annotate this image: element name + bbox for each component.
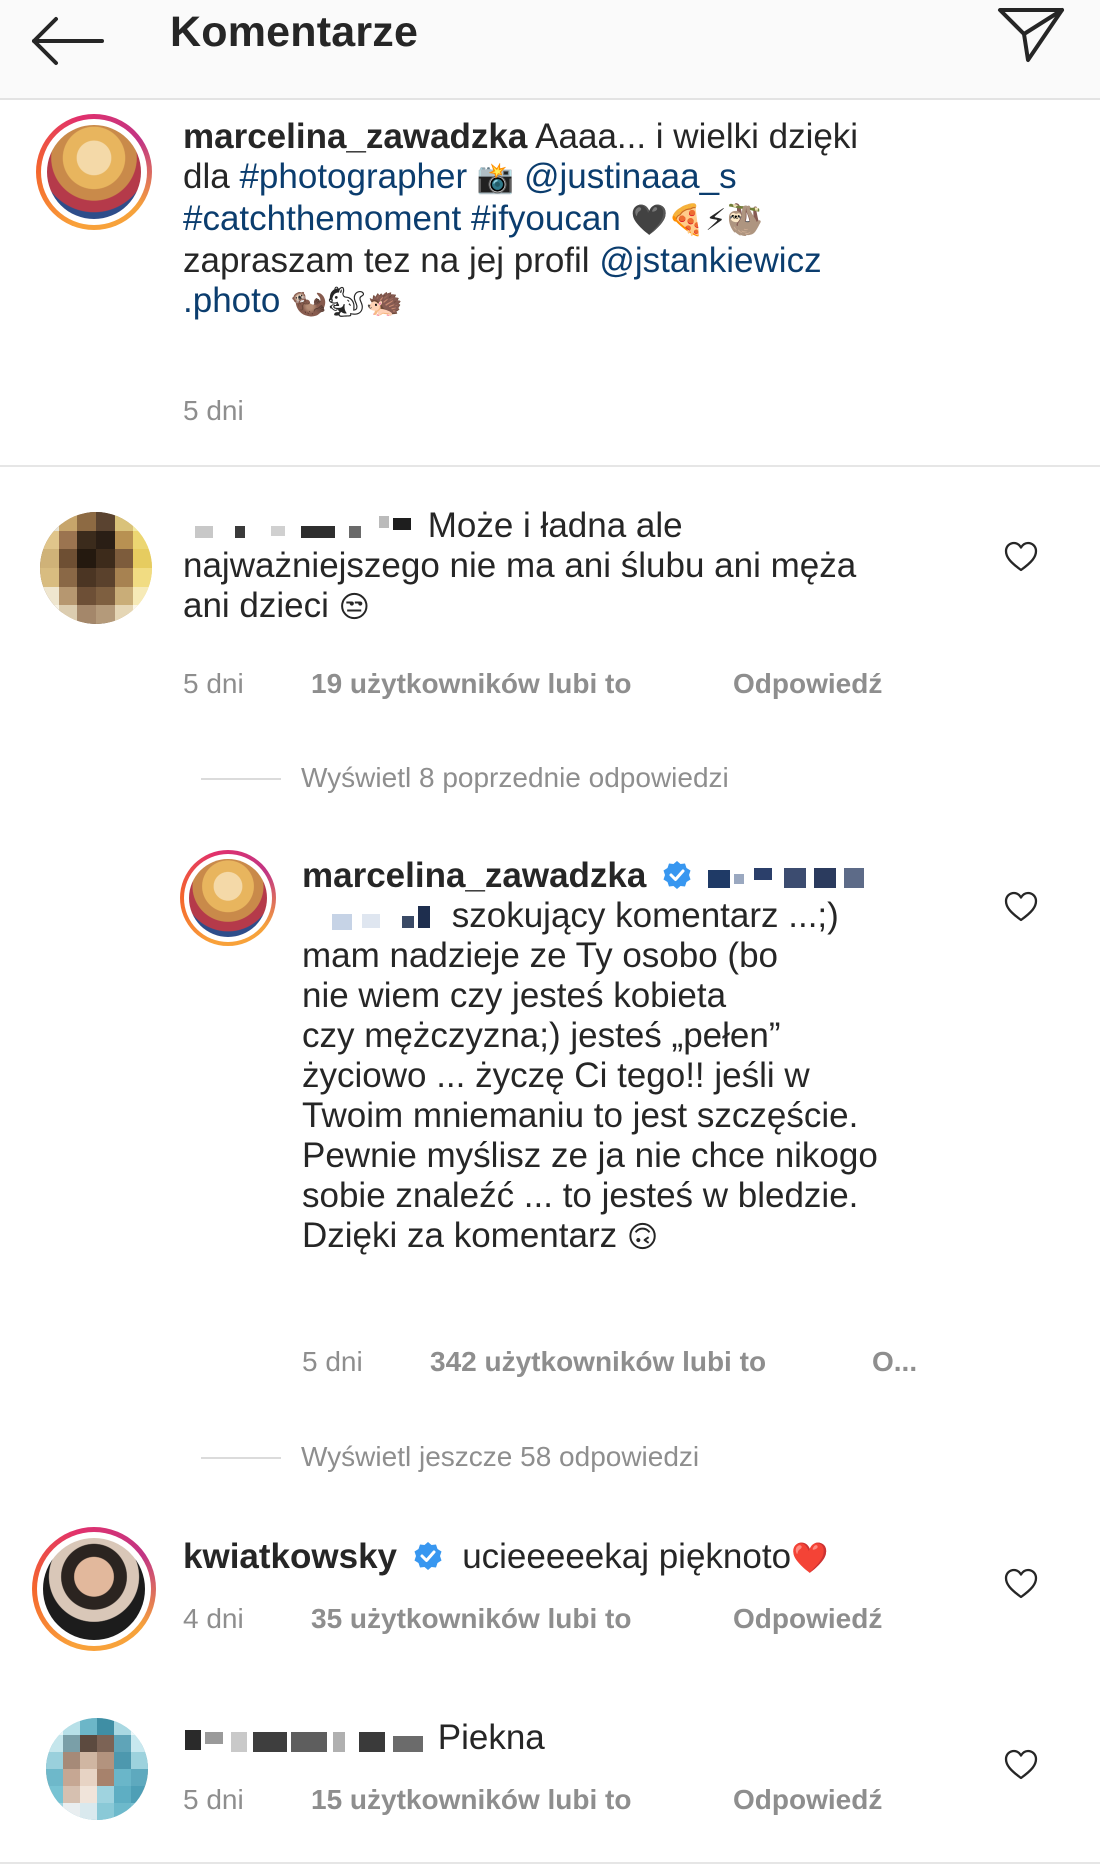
timestamp: 5 dni — [302, 1346, 363, 1377]
reply-button[interactable]: Odpowiedź — [733, 668, 882, 700]
redacted-mention[interactable] — [302, 904, 442, 932]
likes-count[interactable]: 15 użytkowników lubi to — [311, 1784, 631, 1816]
hashtag-link[interactable]: #photographer — [239, 157, 467, 196]
upside-down-face-emoji: 🙃 — [626, 1221, 659, 1254]
reply-line: szokujący komentarz ...;) — [451, 896, 839, 935]
comment-text-part: ani dzieci — [183, 586, 329, 625]
mention-link[interactable]: @jstankiewicz — [599, 241, 821, 280]
avatar[interactable] — [46, 1718, 148, 1820]
reply-button[interactable]: Odpowiedź — [733, 1603, 882, 1635]
avatar[interactable] — [40, 512, 152, 624]
comment-text-part: ucieeeeekaj pięknoto — [462, 1537, 792, 1576]
view-replies-button[interactable]: Wyświetl jeszcze 58 odpowiedzi — [201, 1441, 700, 1473]
caption-text-part: Aaaa... i wielki dzięki — [535, 117, 859, 156]
comment-text-part: najważniejszego nie ma ani ślubu ani męż… — [183, 546, 857, 585]
view-replies-label: Wyświetl 8 poprzednie odpowiedzi — [301, 762, 729, 793]
hashtag-link[interactable]: #ifyoucan — [471, 199, 621, 238]
reply-line: nie wiem czy jesteś kobieta — [302, 976, 727, 1015]
comment-text-part: Piekna — [437, 1718, 545, 1757]
reply-line: Twoim mniemaniu to jest szczęście. — [302, 1096, 859, 1135]
view-replies-label: Wyświetl jeszcze 58 odpowiedzi — [301, 1441, 700, 1472]
comment-meta: 4 dni 35 użytkowników lubi to Odpowiedź — [183, 1603, 943, 1637]
direct-send-icon[interactable] — [990, 0, 1070, 70]
reply-button[interactable]: O... — [872, 1346, 917, 1378]
camera-flash-emoji: 📸 — [476, 162, 515, 195]
comment-text: kwiatkowsky ucieeeeekaj pięknoto❤️ — [183, 1537, 963, 1579]
reply-line: życiowo ... życzę Ci tego!! jeśli w — [302, 1056, 810, 1095]
caption-username[interactable]: marcelina_zawadzka — [183, 117, 527, 156]
reply-button[interactable]: Odpowiedź — [733, 1784, 882, 1816]
caption-text-part: zapraszam tez na jej profil — [183, 241, 590, 280]
top-bar: Komentarze — [0, 0, 1100, 100]
likes-count[interactable]: 19 użytkowników lubi to — [311, 668, 631, 700]
like-heart-icon[interactable] — [1004, 1749, 1038, 1781]
red-heart-emoji: ❤️ — [791, 1542, 829, 1575]
page-title: Komentarze — [170, 8, 419, 56]
reply-line: mam nadzieje ze Ty osobo (bo — [302, 936, 779, 975]
comment-text-part: Może i ładna ale — [427, 506, 683, 545]
replies-line — [201, 778, 281, 780]
like-heart-icon[interactable] — [1004, 1568, 1038, 1600]
comment-text: Może i ładna ale najważniejszego nie ma … — [183, 506, 1003, 628]
timestamp: 5 dni — [183, 1784, 244, 1815]
verified-badge-icon — [414, 1542, 442, 1570]
comment-text: Piekna — [183, 1718, 963, 1758]
caption-text-part: dla — [183, 157, 230, 196]
caption-text: marcelina_zawadzka Aaaa... i wielki dzię… — [183, 117, 1063, 323]
avatar[interactable] — [180, 850, 276, 946]
divider — [0, 1862, 1100, 1864]
timestamp: 5 dni — [183, 395, 244, 426]
unamused-emoji: 😒 — [338, 591, 370, 624]
likes-count[interactable]: 35 użytkowników lubi to — [311, 1603, 631, 1635]
avatar[interactable] — [36, 114, 152, 230]
timestamp: 4 dni — [183, 1603, 244, 1634]
redacted-username[interactable] — [183, 1726, 428, 1754]
caption-meta: 5 dni — [183, 395, 244, 427]
replies-line — [201, 1457, 281, 1459]
reply-line: sobie znaleźć ... to jesteś w bledzie. — [302, 1176, 859, 1215]
reply-line: Dzięki za komentarz — [302, 1216, 618, 1255]
divider — [0, 465, 1100, 467]
redacted-username[interactable] — [183, 514, 418, 542]
reply-line: czy mężczyzna;) jesteś „pełen” — [302, 1016, 781, 1055]
redacted-mention[interactable] — [702, 864, 872, 892]
emoji-group: 🖤🍕⚡🦥 — [630, 204, 764, 237]
avatar[interactable] — [32, 1527, 156, 1651]
reply-line: Pewnie myślisz ze ja nie chce nikogo — [302, 1136, 878, 1175]
mention-link[interactable]: @justinaaa_s — [524, 157, 737, 196]
reply-username[interactable]: marcelina_zawadzka — [302, 856, 646, 895]
verified-badge-icon — [663, 861, 691, 889]
hashtag-link[interactable]: #catchthemoment — [183, 199, 461, 238]
reply-meta: 5 dni 342 użytkowników lubi to O... — [302, 1346, 942, 1380]
comment-username[interactable]: kwiatkowsky — [183, 1537, 397, 1576]
reply-text: marcelina_zawadzka szokujący komentarz .… — [302, 856, 992, 1258]
comment-meta: 5 dni 19 użytkowników lubi to Odpowiedź — [183, 668, 943, 702]
timestamp: 5 dni — [183, 668, 244, 699]
back-arrow-icon[interactable] — [26, 8, 106, 78]
like-heart-icon[interactable] — [1004, 541, 1038, 573]
emoji-group: 🦦🐿🦔 — [290, 286, 403, 319]
like-heart-icon[interactable] — [1004, 891, 1038, 923]
view-replies-button[interactable]: Wyświetl 8 poprzednie odpowiedzi — [201, 762, 729, 794]
likes-count[interactable]: 342 użytkowników lubi to — [430, 1346, 766, 1378]
comment-meta: 5 dni 15 użytkowników lubi to Odpowiedź — [183, 1784, 943, 1818]
mention-link[interactable]: .photo — [183, 281, 280, 320]
